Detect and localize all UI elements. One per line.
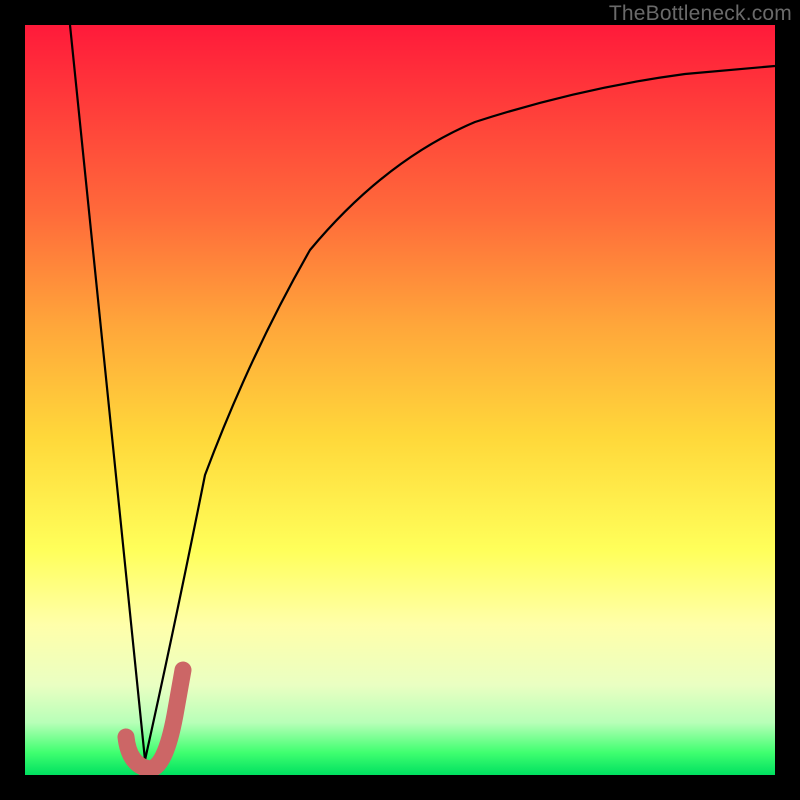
right-curve: [145, 66, 775, 760]
watermark-text: TheBottleneck.com: [609, 2, 792, 26]
chart-svg: [25, 25, 775, 775]
plot-area: [25, 25, 775, 775]
chart-frame: TheBottleneck.com: [0, 0, 800, 800]
left-line: [70, 25, 145, 760]
